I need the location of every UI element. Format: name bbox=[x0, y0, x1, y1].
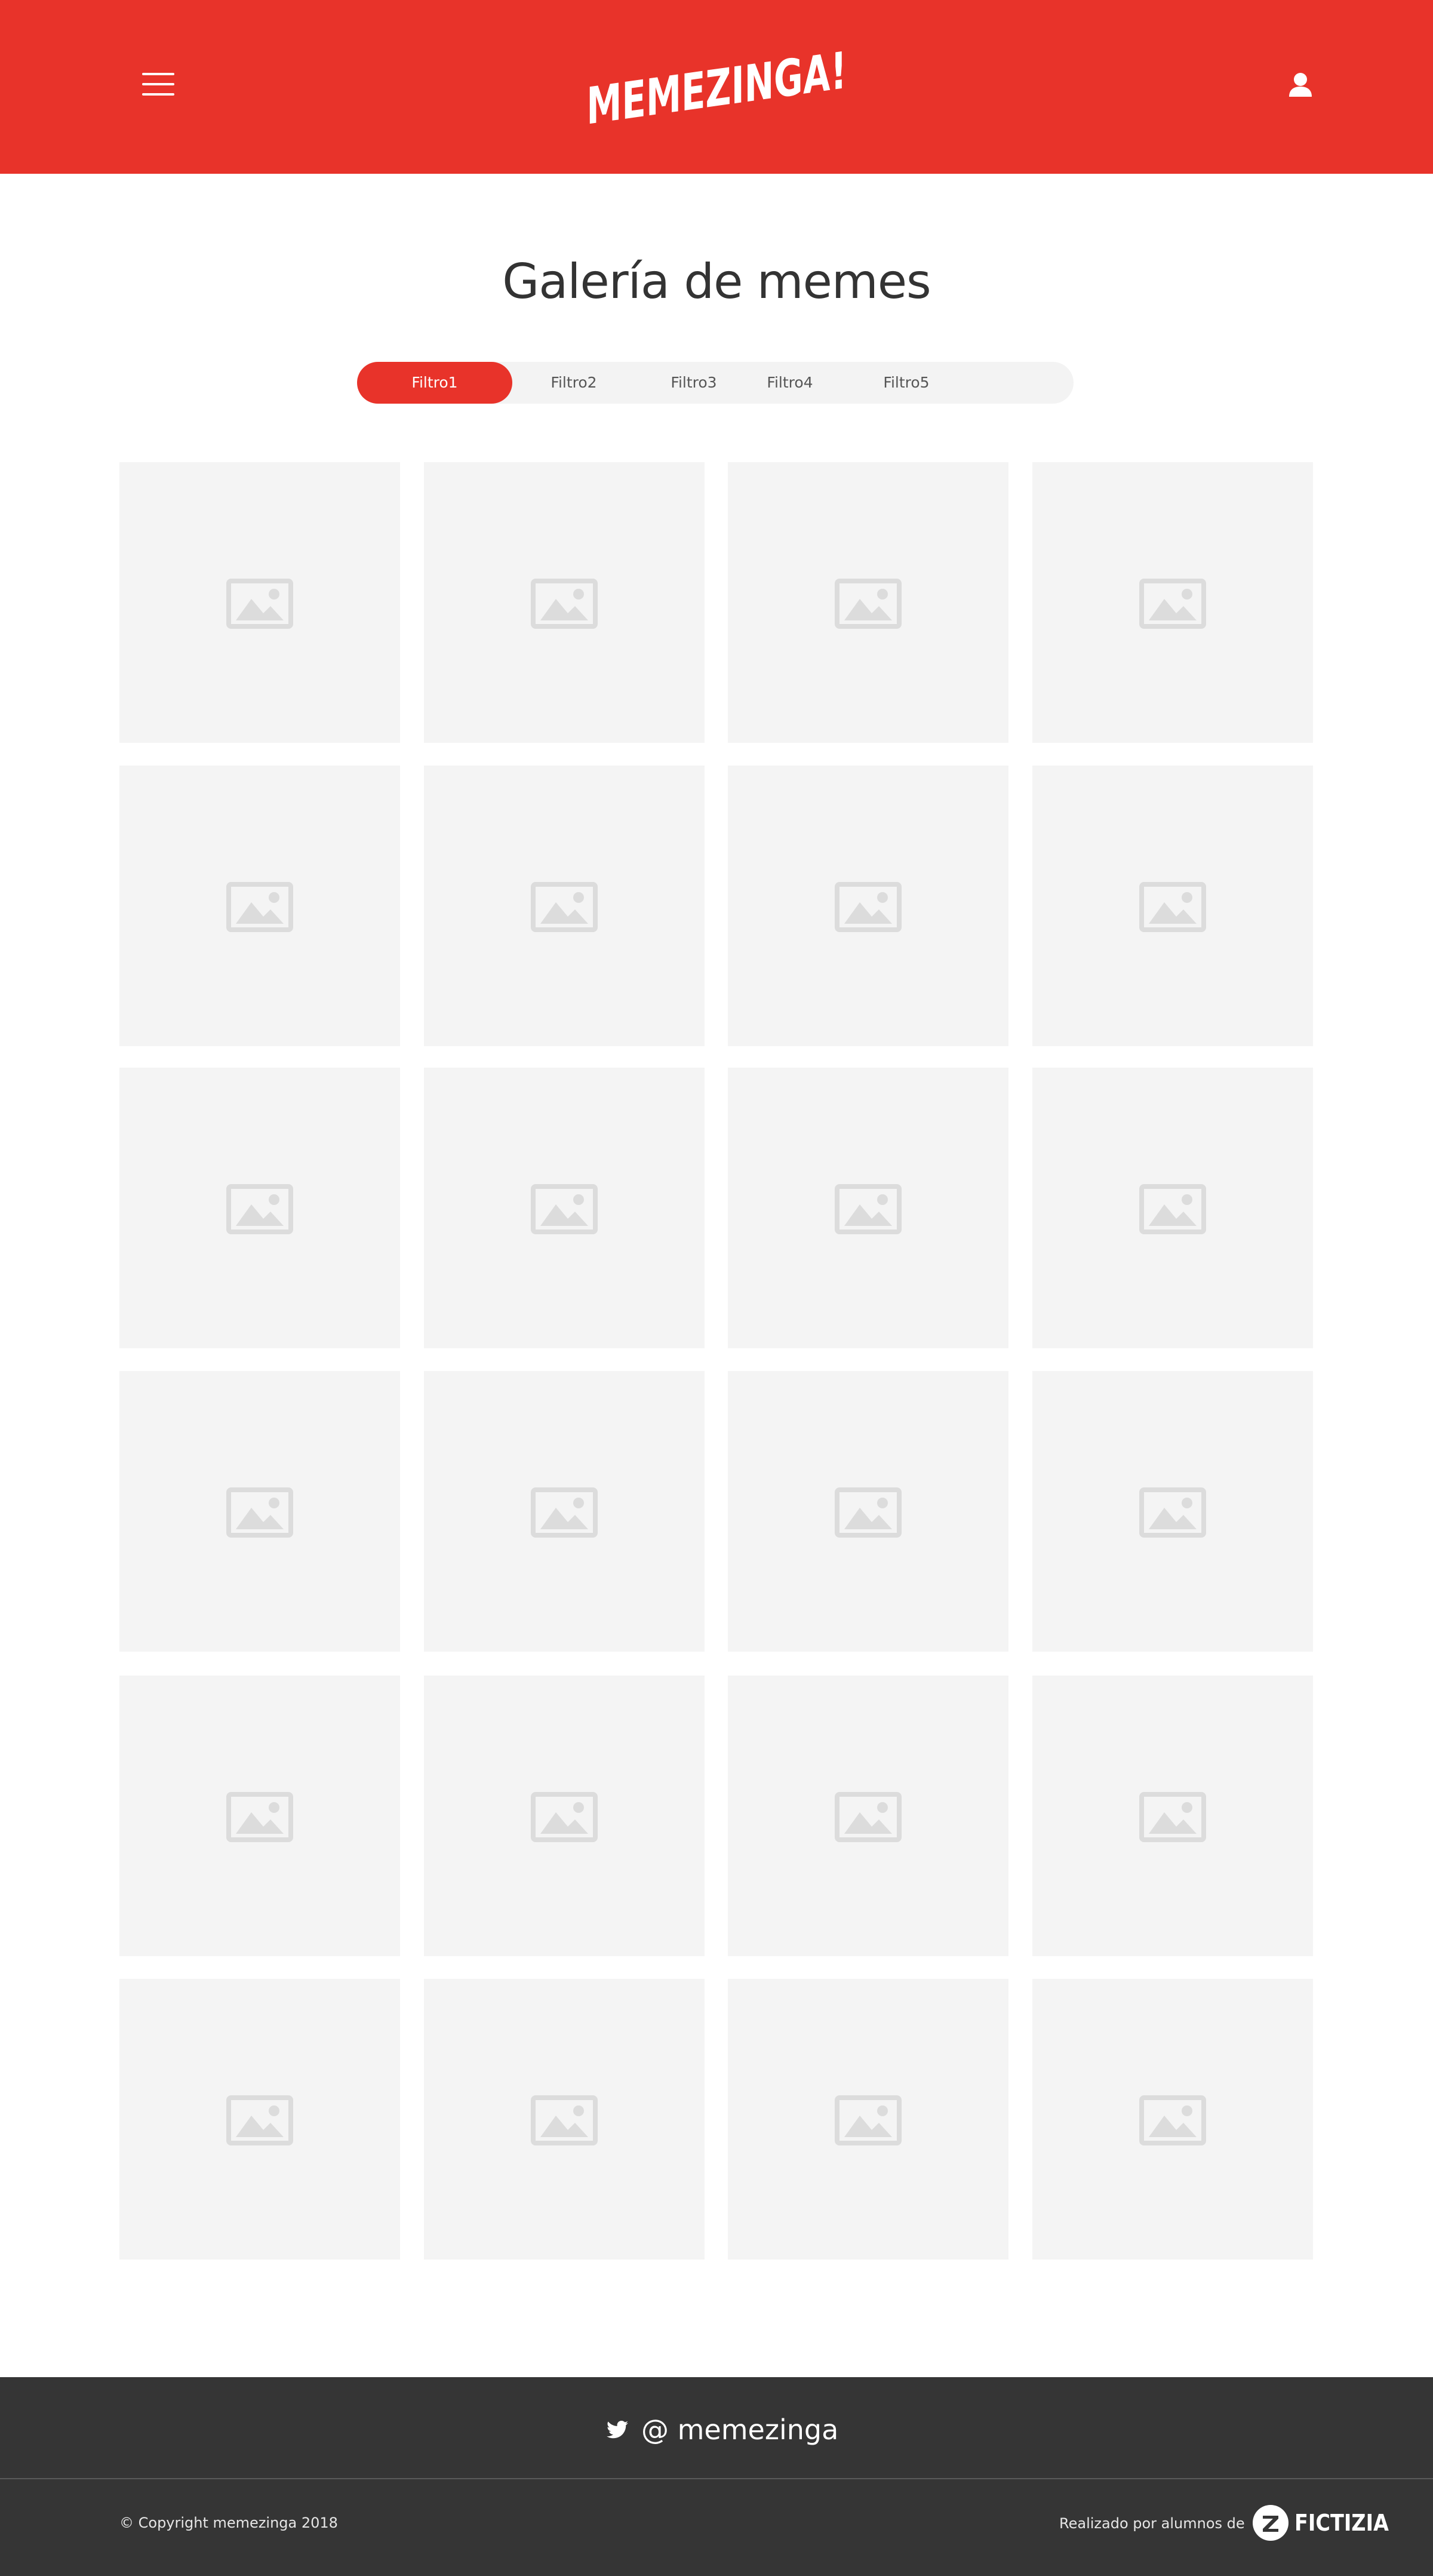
meme-tile[interactable] bbox=[1032, 1068, 1313, 1348]
meme-tile[interactable] bbox=[1032, 1676, 1313, 1956]
image-placeholder-icon bbox=[531, 1184, 598, 1234]
meme-tile[interactable] bbox=[119, 462, 400, 743]
image-placeholder-icon bbox=[1139, 579, 1206, 629]
page-title: Galería de memes bbox=[502, 254, 931, 309]
image-placeholder-icon bbox=[835, 1792, 902, 1842]
image-placeholder-icon bbox=[226, 882, 293, 932]
image-placeholder-icon bbox=[531, 579, 598, 629]
meme-tile[interactable] bbox=[1032, 462, 1313, 743]
meme-tile[interactable] bbox=[728, 1068, 1008, 1348]
image-placeholder-icon bbox=[835, 579, 902, 629]
meme-tile[interactable] bbox=[728, 1676, 1008, 1956]
image-placeholder-icon bbox=[1139, 1184, 1206, 1234]
filter-tabs: Filtro1 Filtro2 Filtro3 Filtro4 Filtro5 bbox=[357, 362, 1074, 404]
filter-tab-4[interactable]: Filtro4 bbox=[739, 362, 841, 404]
filter-tab-3[interactable]: Filtro3 bbox=[635, 362, 752, 404]
twitter-icon bbox=[607, 2421, 628, 2439]
meme-tile[interactable] bbox=[728, 462, 1008, 743]
meme-tile[interactable] bbox=[424, 462, 705, 743]
image-placeholder-icon bbox=[226, 1184, 293, 1234]
user-icon[interactable] bbox=[1287, 70, 1314, 98]
image-placeholder-icon bbox=[226, 2095, 293, 2145]
image-placeholder-icon bbox=[226, 579, 293, 629]
twitter-link[interactable]: @ memezinga bbox=[607, 2413, 838, 2446]
fictizia-logo-text: FICTIZIA bbox=[1294, 2510, 1389, 2536]
image-placeholder-icon bbox=[1139, 1792, 1206, 1842]
meme-tile[interactable] bbox=[119, 1676, 400, 1956]
meme-tile[interactable] bbox=[424, 1676, 705, 1956]
filter-tab-1[interactable]: Filtro1 bbox=[357, 362, 512, 404]
fictizia-logo[interactable]: FICTIZIA bbox=[1251, 2503, 1392, 2543]
meme-tile[interactable] bbox=[119, 1371, 400, 1652]
image-placeholder-icon bbox=[835, 2095, 902, 2145]
meme-tile[interactable] bbox=[1032, 766, 1313, 1046]
filter-tab-5[interactable]: Filtro5 bbox=[841, 362, 972, 404]
image-placeholder-icon bbox=[531, 882, 598, 932]
meme-tile[interactable] bbox=[424, 1371, 705, 1652]
meme-tile[interactable] bbox=[728, 766, 1008, 1046]
image-placeholder-icon bbox=[531, 1487, 598, 1538]
image-placeholder-icon bbox=[835, 1184, 902, 1234]
site-footer: @ memezinga © Copyright memezinga 2018 R… bbox=[0, 2377, 1433, 2576]
filter-tab-2[interactable]: Filtro2 bbox=[512, 362, 635, 404]
twitter-handle: @ memezinga bbox=[641, 2414, 839, 2446]
hamburger-menu-icon[interactable] bbox=[142, 70, 174, 98]
footer-social: @ memezinga bbox=[0, 2377, 1433, 2478]
brand-logo-text: MEMEZINGA! bbox=[583, 41, 851, 136]
meme-tile[interactable] bbox=[1032, 1979, 1313, 2260]
image-placeholder-icon bbox=[835, 1487, 902, 1538]
meme-tile[interactable] bbox=[728, 1371, 1008, 1652]
image-placeholder-icon bbox=[531, 1792, 598, 1842]
meme-tile[interactable] bbox=[119, 1979, 400, 2260]
footer-divider bbox=[0, 2478, 1433, 2479]
image-placeholder-icon bbox=[1139, 882, 1206, 932]
meme-gallery bbox=[119, 462, 1314, 2260]
image-placeholder-icon bbox=[226, 1487, 293, 1538]
brand-logo[interactable]: MEMEZINGA! bbox=[573, 33, 860, 140]
site-header: MEMEZINGA! bbox=[0, 0, 1433, 174]
meme-tile[interactable] bbox=[424, 766, 705, 1046]
meme-tile[interactable] bbox=[119, 1068, 400, 1348]
image-placeholder-icon bbox=[531, 2095, 598, 2145]
image-placeholder-icon bbox=[226, 1792, 293, 1842]
meme-tile[interactable] bbox=[424, 1068, 705, 1348]
meme-tile[interactable] bbox=[728, 1979, 1008, 2260]
image-placeholder-icon bbox=[835, 882, 902, 932]
meme-tile[interactable] bbox=[1032, 1371, 1313, 1652]
meme-tile[interactable] bbox=[424, 1979, 705, 2260]
image-placeholder-icon bbox=[1139, 2095, 1206, 2145]
image-placeholder-icon bbox=[1139, 1487, 1206, 1538]
copyright-text: © Copyright memezinga 2018 bbox=[119, 2514, 338, 2531]
meme-tile[interactable] bbox=[119, 766, 400, 1046]
credits-text: Realizado por alumnos de bbox=[1059, 2515, 1245, 2532]
